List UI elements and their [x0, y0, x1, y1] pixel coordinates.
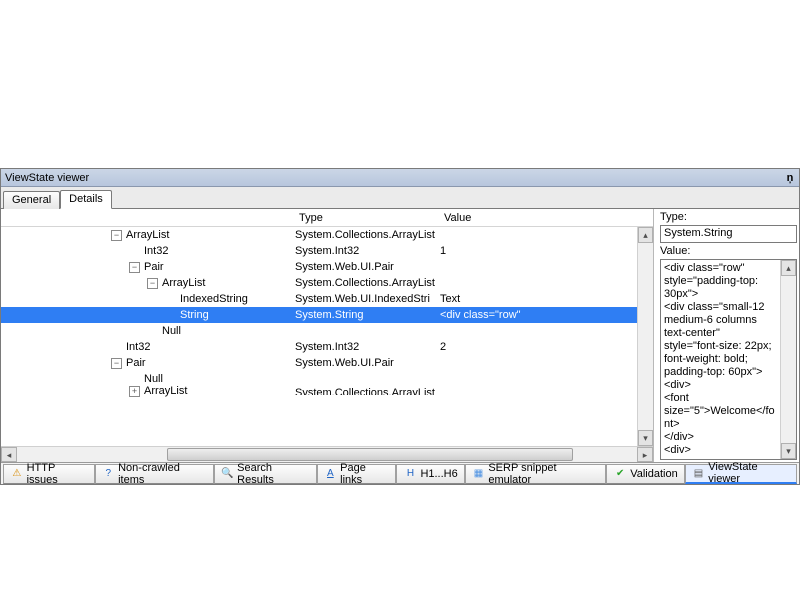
value-label: Value:: [660, 245, 797, 257]
scroll-down-icon[interactable]: ▾: [638, 430, 653, 446]
tree-vertical-scrollbar[interactable]: ▴ ▾: [637, 227, 653, 446]
tree-row[interactable]: String System.String<div class="row": [1, 307, 637, 323]
bottom-tab-h1-h6[interactable]: HH1...H6: [396, 464, 464, 484]
h1-h6-icon: H: [403, 467, 417, 481]
scroll-down-icon[interactable]: ▾: [781, 443, 796, 459]
bottom-tab-search[interactable]: 🔍Search Results: [214, 464, 317, 484]
tree-node-value: 2: [440, 341, 637, 353]
scroll-right-icon[interactable]: ▸: [637, 447, 653, 462]
expand-icon[interactable]: +: [129, 386, 140, 397]
serp-icon: ▦: [472, 467, 486, 481]
tree-row[interactable]: −ArrayList System.Collections.ArrayList: [1, 275, 637, 291]
collapse-icon[interactable]: −: [111, 358, 122, 369]
tree-node-type: System.Collections.ArrayList: [295, 387, 440, 395]
tree-node-type: System.Web.UI.Pair: [295, 357, 440, 369]
bottom-tab-label: Validation: [630, 468, 678, 480]
column-header-value[interactable]: Value: [440, 212, 637, 224]
http-issues-icon: ⚠: [10, 467, 24, 481]
collapse-icon[interactable]: −: [129, 262, 140, 273]
collapse-icon[interactable]: −: [147, 278, 158, 289]
tree-node-type: System.Int32: [295, 245, 440, 257]
tree-node-type: System.Collections.ArrayList: [295, 277, 440, 289]
tree-node-type: System.Web.UI.IndexedStri: [295, 293, 440, 305]
bottom-tab-serp[interactable]: ▦SERP snippet emulator: [465, 464, 606, 484]
tree-pane: Type Value −ArrayListSystem.Collections.…: [1, 209, 654, 462]
panel-tabs: General Details: [1, 187, 799, 209]
tree-node-value: 1: [440, 245, 637, 257]
tree-columns-header: Type Value: [1, 209, 653, 227]
scroll-up-icon[interactable]: ▴: [638, 227, 653, 243]
tree-row[interactable]: −Pair System.Web.UI.Pair: [1, 355, 637, 371]
bottom-tab-validation[interactable]: ✔Validation: [606, 464, 685, 484]
collapse-icon[interactable]: −: [111, 230, 122, 241]
page-links-icon: A: [324, 467, 338, 481]
tree-row[interactable]: + ArrayList System.Collections.ArrayList: [1, 387, 637, 395]
bottom-tab-label: ViewState viewer: [708, 461, 790, 485]
tree-node-label: Pair: [126, 357, 146, 369]
tree-node-type: System.Web.UI.Pair: [295, 261, 440, 273]
panel-title: ViewState viewer: [5, 172, 89, 184]
tree-node-value: Text: [440, 293, 637, 305]
tree-node-label: Int32: [144, 245, 168, 257]
tab-general[interactable]: General: [3, 191, 60, 209]
value-textarea[interactable]: <div class="row" style="padding-top: 30p…: [661, 260, 780, 459]
tree-node-type: System.String: [295, 309, 440, 321]
tree-node-type: System.Collections.ArrayList: [295, 229, 440, 241]
tree-view[interactable]: −ArrayListSystem.Collections.ArrayListIn…: [1, 227, 653, 446]
tree-node-label: String: [180, 309, 209, 321]
tree-row[interactable]: IndexedString System.Web.UI.IndexedStriTe…: [1, 291, 637, 307]
scroll-up-icon[interactable]: ▴: [781, 260, 796, 276]
bottom-tab-strip: ⚠HTTP issues?Non-crawled items🔍Search Re…: [1, 462, 799, 484]
hscroll-thumb[interactable]: [167, 448, 573, 461]
tree-node-label: ArrayList: [126, 229, 169, 241]
value-vertical-scrollbar[interactable]: ▴ ▾: [780, 260, 796, 459]
tree-row[interactable]: −Pair System.Web.UI.Pair: [1, 259, 637, 275]
bottom-tab-viewstate[interactable]: ▤ViewState viewer: [685, 464, 797, 484]
tree-node-label: Pair: [144, 261, 164, 273]
tree-node-label: ArrayList: [162, 277, 205, 289]
tree-node-label: ArrayList: [144, 385, 187, 397]
viewstate-icon: ▤: [692, 466, 706, 480]
bottom-tab-label: Non-crawled items: [118, 462, 206, 486]
column-header-type[interactable]: Type: [295, 212, 440, 224]
tree-node-label: Int32: [126, 341, 150, 353]
bottom-tab-label: Page links: [340, 462, 389, 486]
type-label: Type:: [660, 211, 797, 223]
bottom-tab-label: H1...H6: [420, 468, 457, 480]
bottom-tab-http-issues[interactable]: ⚠HTTP issues: [3, 464, 95, 484]
tree-row[interactable]: −ArrayList System.Collections.ArrayList: [1, 227, 637, 243]
bottom-tab-label: Search Results: [237, 462, 309, 486]
scroll-left-icon[interactable]: ◂: [1, 447, 17, 462]
tree-node-type: System.Int32: [295, 341, 440, 353]
bottom-tab-label: HTTP issues: [27, 462, 88, 486]
bottom-tab-non-crawled[interactable]: ?Non-crawled items: [95, 464, 214, 484]
viewstate-panel: ViewState viewer ņ General Details Type …: [0, 168, 800, 485]
panel-titlebar: ViewState viewer ņ: [1, 169, 799, 187]
tab-details[interactable]: Details: [60, 190, 112, 209]
tree-horizontal-scrollbar[interactable]: ◂ ▸: [1, 446, 653, 462]
bottom-tab-page-links[interactable]: APage links: [317, 464, 397, 484]
non-crawled-icon: ?: [102, 467, 116, 481]
tree-row[interactable]: Int32 System.Int322: [1, 339, 637, 355]
search-icon: 🔍: [221, 467, 235, 481]
tree-row[interactable]: Int32 System.Int321: [1, 243, 637, 259]
details-pane: Type: System.String Value: <div class="r…: [654, 209, 799, 462]
tree-row[interactable]: Null: [1, 323, 637, 339]
validation-icon: ✔: [613, 467, 627, 481]
tree-node-label: Null: [162, 325, 181, 337]
type-field[interactable]: System.String: [660, 225, 797, 243]
bottom-tab-label: SERP snippet emulator: [488, 462, 599, 486]
pin-icon[interactable]: ņ: [785, 172, 795, 184]
tree-node-value: <div class="row": [440, 309, 637, 321]
tree-node-label: IndexedString: [180, 293, 248, 305]
